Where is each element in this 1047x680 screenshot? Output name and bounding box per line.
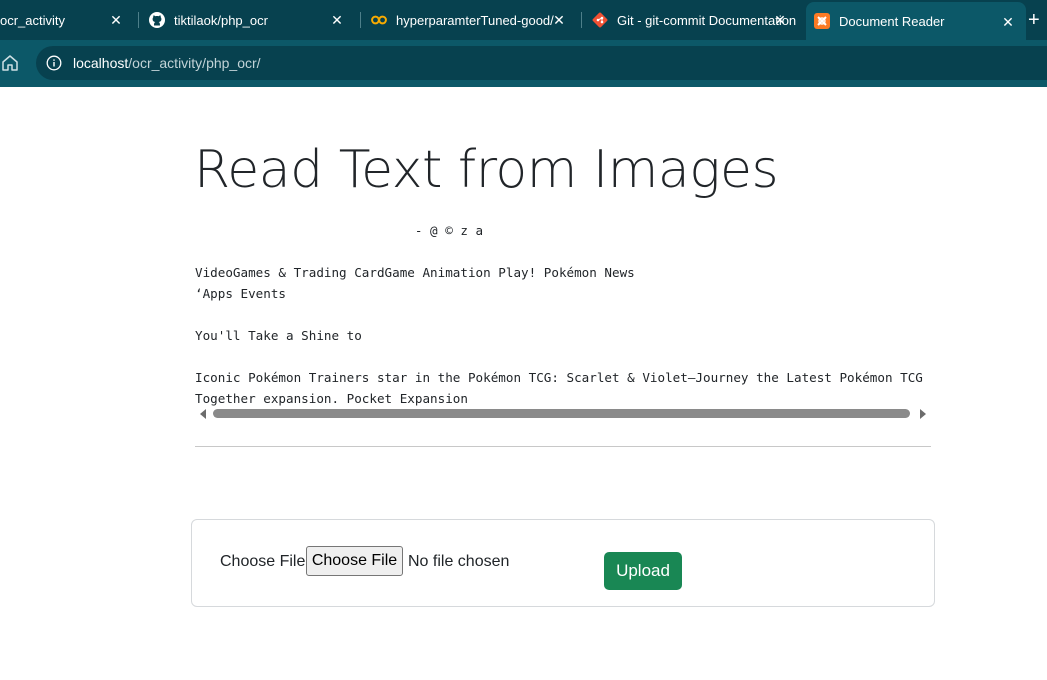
scrollbar-thumb[interactable] (213, 409, 910, 418)
home-icon[interactable] (0, 53, 20, 73)
new-tab-button[interactable]: + (1028, 8, 1047, 32)
github-icon (149, 12, 165, 28)
xampp-icon (814, 13, 830, 29)
horizontal-scrollbar[interactable] (195, 406, 931, 422)
ocr-output: - @ © z a VideoGames & Trading CardGame … (195, 220, 931, 426)
tab-bar: ocr_activity ✕ tiktilaok/php_ocr ✕ hyper… (0, 0, 1047, 40)
url-field[interactable]: localhost/ocr_activity/php_ocr/ (36, 46, 1047, 80)
upload-form: Choose File Choose File No file chosen U… (191, 519, 935, 607)
scroll-left-icon[interactable] (200, 409, 206, 419)
tab-title: Document Reader (839, 13, 945, 29)
divider (195, 446, 931, 447)
site-info-icon[interactable] (46, 55, 62, 71)
close-icon[interactable]: ✕ (329, 12, 345, 28)
url-path: /ocr_activity/php_ocr/ (128, 55, 261, 71)
choose-file-button[interactable]: Choose File (306, 546, 403, 576)
tab-title: Git - git-commit Documentation (617, 12, 797, 28)
url-text: localhost/ocr_activity/php_ocr/ (73, 55, 261, 71)
close-icon[interactable]: ✕ (108, 12, 124, 28)
git-icon (592, 12, 608, 28)
tab-colab[interactable]: hyperparamterTuned-good/ ✕ (371, 0, 577, 40)
upload-button[interactable]: Upload (604, 552, 682, 590)
tab-separator (581, 12, 582, 28)
tab-separator (360, 12, 361, 28)
address-bar: localhost/ocr_activity/php_ocr/ (0, 40, 1047, 87)
page-title: Read Text from Images (194, 140, 779, 200)
ocr-text: - @ © z a VideoGames & Trading CardGame … (195, 223, 923, 406)
tab-github[interactable]: tiktilaok/php_ocr ✕ (149, 0, 355, 40)
file-status: No file chosen (408, 553, 510, 570)
close-icon[interactable]: ✕ (1000, 14, 1016, 30)
tab-document-reader[interactable]: Document Reader ✕ (806, 2, 1026, 40)
tab-separator (138, 12, 139, 28)
tab-title: hyperparamterTuned-good/ (396, 12, 554, 28)
file-label: Choose File (220, 553, 306, 570)
tab-title: tiktilaok/php_ocr (174, 12, 268, 28)
close-icon[interactable]: ✕ (772, 12, 788, 28)
tab-git-docs[interactable]: Git - git-commit Documentation ✕ (592, 0, 798, 40)
close-icon[interactable]: ✕ (551, 12, 567, 28)
scroll-right-icon[interactable] (920, 409, 926, 419)
url-host: localhost (73, 55, 129, 71)
colab-icon (371, 12, 387, 28)
tab-ocr-activity[interactable]: ocr_activity ✕ (0, 0, 134, 40)
